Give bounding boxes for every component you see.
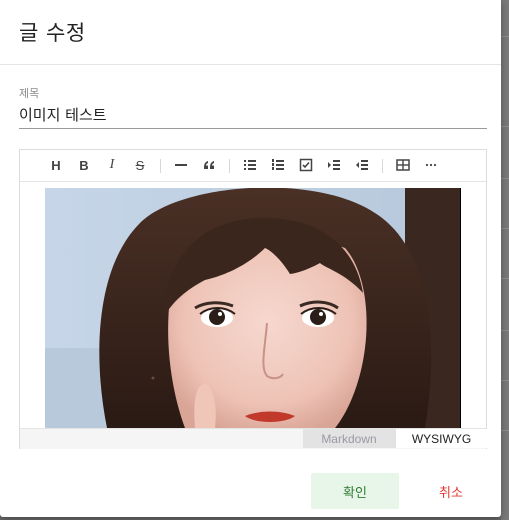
bold-button[interactable]: B (74, 155, 94, 175)
tab-markdown[interactable]: Markdown (303, 429, 395, 448)
edit-post-dialog: 글 수정 제목 H B I S (0, 0, 501, 517)
strikethrough-icon: S (135, 157, 145, 173)
confirm-button[interactable]: 확인 (311, 473, 399, 509)
more-button[interactable] (421, 155, 441, 175)
backdrop-divider (501, 228, 509, 229)
toolbar-divider (229, 159, 230, 173)
title-input[interactable] (19, 100, 487, 129)
cancel-button[interactable]: 취소 (408, 473, 494, 509)
more-icon (425, 163, 437, 167)
task-list-button[interactable] (296, 155, 316, 175)
indent-button[interactable] (324, 155, 344, 175)
ordered-list-icon (272, 159, 284, 170)
outdent-icon (356, 160, 368, 170)
backdrop-divider (501, 178, 509, 179)
backdrop-divider (501, 278, 509, 279)
rich-text-editor: H B I S Markdown WYSIWYG (19, 149, 487, 449)
outdent-button[interactable] (352, 155, 372, 175)
editor-mode-switch: Markdown WYSIWYG (20, 428, 487, 449)
backdrop-divider (501, 36, 509, 37)
horizontal-rule-button[interactable] (171, 155, 191, 175)
bullet-list-icon (244, 160, 256, 170)
title-field-label: 제목 (19, 87, 40, 100)
tab-wysiwyg[interactable]: WYSIWYG (395, 429, 487, 448)
text-caret (460, 188, 461, 428)
dialog-header: 글 수정 (0, 0, 501, 65)
ordered-list-button[interactable] (268, 155, 288, 175)
bold-icon: B (79, 157, 89, 173)
horizontal-rule-icon (175, 164, 187, 166)
toolbar-divider (382, 159, 383, 173)
checkbox-icon (299, 158, 313, 172)
bullet-list-button[interactable] (240, 155, 260, 175)
heading-icon: H (51, 157, 61, 173)
backdrop-divider (501, 380, 509, 381)
backdrop-page-strip (501, 0, 509, 520)
embedded-photo[interactable] (45, 188, 461, 428)
table-icon (396, 159, 410, 171)
backdrop-divider (501, 330, 509, 331)
strikethrough-button[interactable]: S (130, 155, 150, 175)
editor-toolbar: H B I S (20, 150, 486, 182)
toolbar-divider (160, 159, 161, 173)
italic-icon: I (109, 157, 115, 172)
italic-button[interactable]: I (102, 155, 122, 175)
backdrop-divider (501, 430, 509, 431)
heading-button[interactable]: H (46, 155, 66, 175)
backdrop-divider (501, 126, 509, 127)
editor-content-area[interactable] (20, 182, 486, 428)
quote-icon (204, 161, 214, 169)
blockquote-button[interactable] (199, 155, 219, 175)
table-button[interactable] (393, 155, 413, 175)
dialog-title: 글 수정 (19, 21, 86, 45)
portrait-image (45, 188, 461, 428)
indent-icon (328, 160, 340, 170)
